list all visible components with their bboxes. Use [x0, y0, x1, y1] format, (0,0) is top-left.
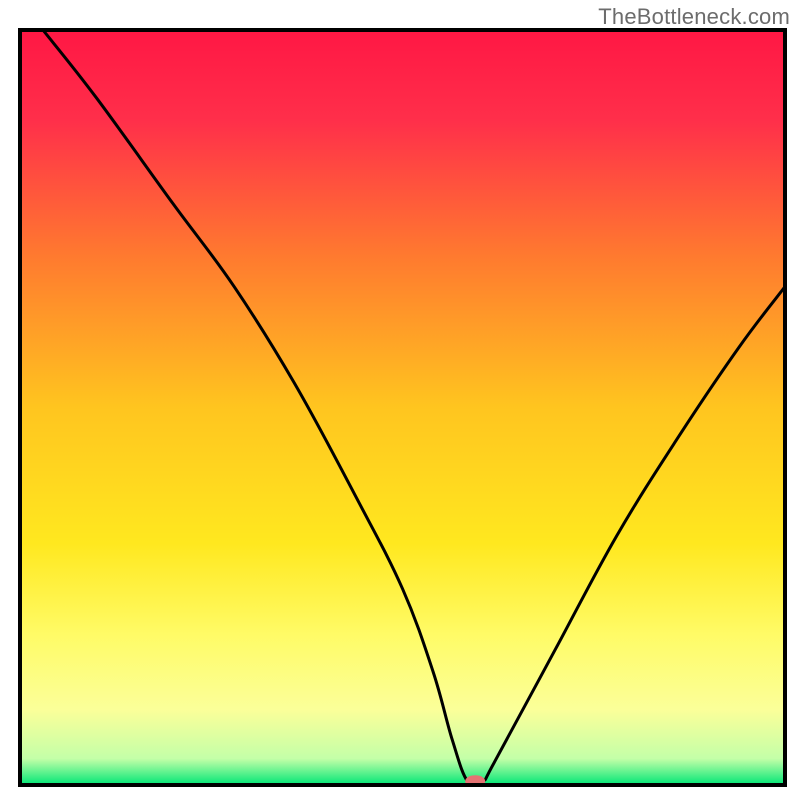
gradient-background: [20, 30, 785, 785]
bottleneck-chart: [0, 0, 800, 800]
chart-container: TheBottleneck.com: [0, 0, 800, 800]
watermark-label: TheBottleneck.com: [598, 4, 790, 30]
